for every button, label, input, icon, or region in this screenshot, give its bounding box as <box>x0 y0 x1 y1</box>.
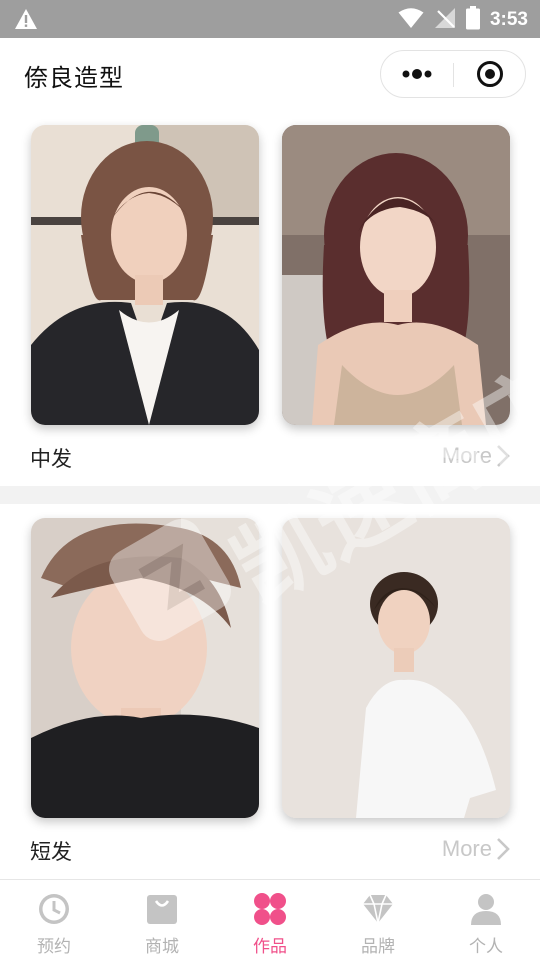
hairstyle-photo[interactable] <box>31 518 259 818</box>
tab-label: 个人 <box>469 937 503 957</box>
tab-mall[interactable]: 商城 <box>108 880 216 960</box>
tab-appointment[interactable]: 预约 <box>0 880 108 960</box>
more-link-text: More <box>441 836 492 861</box>
section-divider <box>0 486 540 504</box>
hairstyle-photo[interactable] <box>282 518 510 818</box>
section-medium-hair: 中发 More <box>0 110 540 486</box>
status-time: 3:53 <box>489 9 528 30</box>
warning-icon <box>14 8 38 34</box>
status-bar: 3:53 <box>0 0 540 38</box>
hairstyle-photo[interactable] <box>31 125 259 425</box>
hairstyle-photo[interactable] <box>282 125 510 425</box>
close-miniprogram-button[interactable] <box>454 51 526 97</box>
category-label: 短发 <box>30 840 72 864</box>
shopping-bag-icon <box>147 895 177 924</box>
battery-icon <box>465 6 480 34</box>
more-link[interactable]: More <box>442 443 510 469</box>
section-short-hair: 短发 More <box>0 504 540 878</box>
more-dots-icon <box>402 69 432 79</box>
diamond-icon <box>363 894 393 924</box>
chevron-right-icon <box>497 445 510 467</box>
more-link-text: More <box>441 443 492 468</box>
category-label: 中发 <box>30 447 72 471</box>
mini-program-capsule <box>380 50 526 98</box>
tab-label: 作品 <box>253 937 287 957</box>
person-icon <box>471 894 501 925</box>
tab-label: 预约 <box>37 937 71 957</box>
tab-brand[interactable]: 品牌 <box>324 880 432 960</box>
signal-off-icon <box>434 7 456 33</box>
more-link[interactable]: More <box>442 836 510 862</box>
tab-label: 品牌 <box>361 937 395 957</box>
more-options-button[interactable] <box>381 51 453 97</box>
wifi-icon <box>398 7 424 33</box>
clock-icon <box>39 894 69 924</box>
flower-icon <box>254 893 286 925</box>
tab-works[interactable]: 作品 <box>216 880 324 960</box>
page-title: 倷良造型 <box>24 64 124 92</box>
target-circle-icon <box>477 61 503 87</box>
title-bar: 倷良造型 <box>0 38 540 110</box>
bottom-tab-bar: 预约 商城 作品 品牌 个人 <box>0 879 540 960</box>
chevron-right-icon <box>497 838 510 860</box>
tab-label: 商城 <box>145 937 179 957</box>
tab-profile[interactable]: 个人 <box>432 880 540 960</box>
